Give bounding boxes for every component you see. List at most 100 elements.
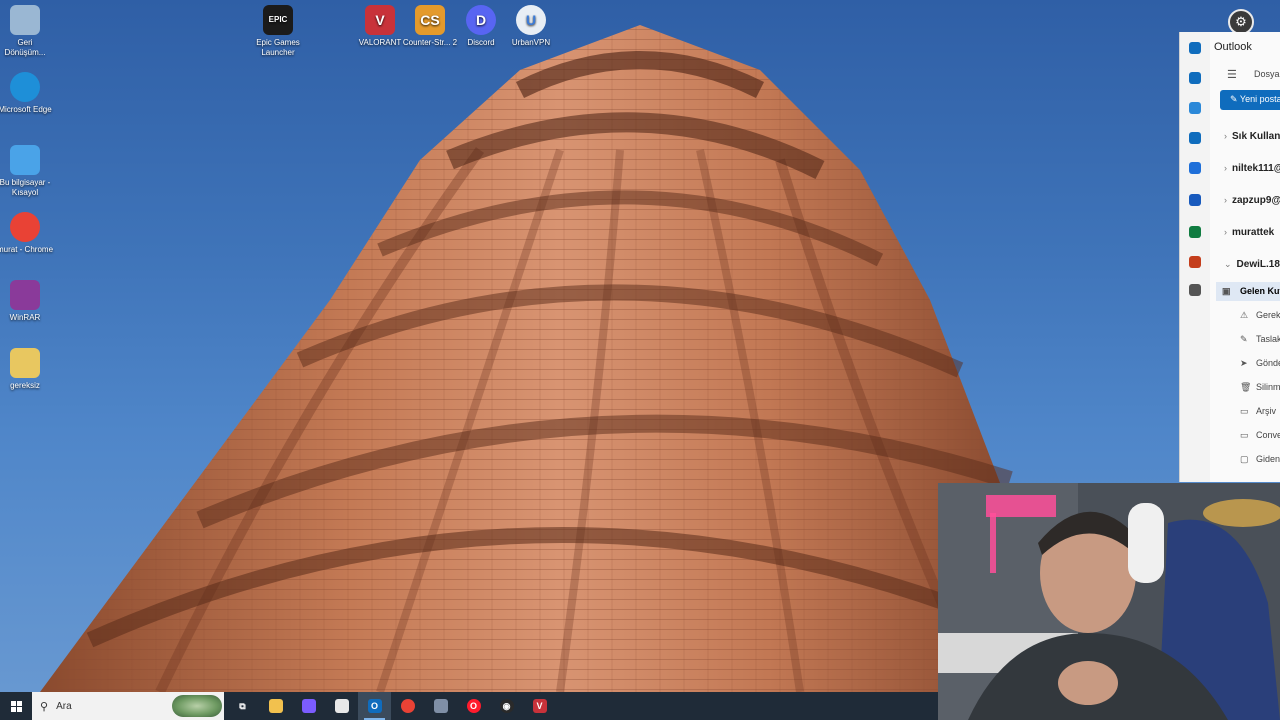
valorant-icon: V	[532, 699, 547, 713]
new-mail-button[interactable]: ✎ Yeni posta	[1220, 90, 1280, 110]
tab-file[interactable]: Dosya	[1254, 69, 1280, 79]
recycle-bin-icon	[10, 5, 40, 35]
windows-icon	[10, 700, 22, 712]
desktop-shortcut[interactable]: Microsoft Edge	[0, 72, 53, 115]
search-placeholder: Ara	[56, 700, 72, 712]
desktop-shortcut[interactable]: U UrbanVPN	[503, 5, 559, 48]
desktop-shortcut-label: Microsoft Edge	[0, 105, 52, 114]
account-label: DewiL.18	[1236, 259, 1280, 270]
taskbar-app[interactable]	[424, 692, 457, 720]
inbox-icon: ▣	[1222, 286, 1231, 296]
menu-icon[interactable]: ☰	[1227, 68, 1237, 81]
chevron-right-icon: ›	[1224, 163, 1227, 173]
new-mail-label: Yeni posta	[1239, 94, 1280, 104]
folder-label: Giden Kutusu	[1256, 454, 1280, 464]
apps-icon[interactable]	[1189, 284, 1201, 296]
taskbar: ⚲ Ara ⧉ O O ◉ V	[0, 692, 938, 720]
junk-icon: ⚠	[1240, 310, 1249, 320]
taskbar-app[interactable]	[325, 692, 358, 720]
folder-item[interactable]: ➤ Gönderilmiş	[1240, 358, 1280, 369]
folder-item[interactable]: ▭ Conversation	[1240, 430, 1280, 441]
chrome-icon	[400, 699, 415, 713]
calendar-icon[interactable]	[1189, 102, 1201, 114]
calculator-icon	[433, 699, 448, 713]
folder-item[interactable]: ▭ Arşiv	[1240, 406, 1276, 417]
account-node[interactable]: › niltek111@	[1224, 163, 1280, 174]
file-explorer-icon	[268, 699, 283, 713]
start-button[interactable]	[0, 692, 32, 720]
account-label: murattek	[1232, 227, 1275, 238]
chevron-right-icon: ›	[1224, 227, 1227, 237]
desktop-shortcut-label: VALORANT	[358, 38, 402, 47]
desktop-shortcut[interactable]: gereksiz	[0, 348, 53, 391]
chrome-icon	[10, 212, 40, 242]
folder-item[interactable]: ⚠ Gereksiz	[1240, 310, 1280, 321]
taskbar-app[interactable]	[259, 692, 292, 720]
folder-item[interactable]: ▢ Giden Kutusu	[1240, 454, 1280, 465]
desktop-shortcut[interactable]: EPIC Epic Games Launcher	[250, 5, 306, 58]
folder-label: Arşiv	[1256, 406, 1276, 416]
people-icon[interactable]	[1189, 132, 1201, 144]
taskbar-app[interactable]	[292, 692, 325, 720]
folder-label: Taslaklar	[1256, 334, 1280, 344]
taskbar-app[interactable]: ⧉	[226, 692, 259, 720]
folder-label: Silinmiş	[1256, 382, 1280, 392]
desktop-shortcut[interactable]: D Discord	[453, 5, 509, 48]
todo-icon[interactable]	[1189, 162, 1201, 174]
powerpoint-icon[interactable]	[1189, 256, 1201, 268]
desktop-shortcut-label: UrbanVPN	[511, 38, 551, 47]
desktop-shortcut-label: Counter-Str... 2	[402, 38, 458, 47]
outlook-icon: O	[367, 699, 382, 713]
chevron-right-icon: ›	[1224, 131, 1227, 141]
outlook-pane: Outlook ☰ Dosya ✎ Yeni posta › Sık Kullan…	[1210, 32, 1280, 482]
search-icon: ⚲	[40, 700, 49, 713]
desktop-shortcut[interactable]: Geri Dönüşüm...	[0, 5, 53, 58]
folder-label: Gelen Kutusu	[1240, 286, 1280, 296]
desktop-shortcut[interactable]: CS Counter-Str... 2	[402, 5, 458, 48]
outlook-title: Outlook	[1214, 41, 1252, 53]
folder-item[interactable]: ▣ Gelen Kutusu	[1216, 282, 1280, 301]
excel-icon[interactable]	[1189, 226, 1201, 238]
desktop-shortcut-label: gereksiz	[10, 381, 40, 390]
taskbar-app[interactable]: O	[457, 692, 490, 720]
mail-icon[interactable]	[1189, 72, 1201, 84]
opera-icon: O	[466, 699, 481, 713]
desktop-shortcut[interactable]: WinRAR	[0, 280, 53, 323]
desktop-shortcut[interactable]: Bu bilgisayar - Kısayol	[0, 145, 53, 198]
taskbar-app[interactable]: O	[358, 692, 391, 720]
desktop-shortcut[interactable]: V VALORANT	[352, 5, 408, 48]
desktop-shortcut[interactable]: murat - Chrome	[0, 212, 53, 255]
desktop-shortcut-label: Discord	[467, 38, 495, 47]
taskbar-app[interactable]: ◉	[490, 692, 523, 720]
webcam-overlay	[938, 483, 1280, 720]
outlook-app-rail	[1180, 32, 1210, 482]
obs-icon: ◉	[499, 699, 514, 713]
store-icon	[334, 699, 349, 713]
outbox-icon: ▢	[1240, 454, 1249, 464]
account-node[interactable]: › Sık Kullanılanlar	[1224, 131, 1280, 142]
valorant-icon: V	[365, 5, 395, 35]
taskbar-search[interactable]: ⚲ Ara	[32, 692, 224, 720]
folder-label: Gönderilmiş	[1256, 358, 1280, 368]
archive-icon: ▭	[1240, 406, 1249, 416]
taskbar-app[interactable]	[391, 692, 424, 720]
account-label: niltek111@	[1232, 163, 1280, 174]
folder-item[interactable]: 🗑 Silinmiş	[1240, 382, 1280, 393]
word-icon[interactable]	[1189, 194, 1201, 206]
account-node[interactable]: ⌄ DewiL.18	[1224, 259, 1280, 270]
folder-label: Conversation	[1256, 430, 1280, 440]
desktop-shortcut-label: Geri Dönüşüm...	[4, 38, 46, 57]
sent-icon: ➤	[1240, 358, 1248, 368]
outlook-window[interactable]: Outlook ☰ Dosya ✎ Yeni posta › Sık Kullan…	[1179, 32, 1280, 482]
mail-app-icon[interactable]	[1189, 42, 1201, 54]
edge-icon	[10, 72, 40, 102]
taskbar-app[interactable]: V	[523, 692, 556, 720]
account-label: zapzup9@	[1232, 195, 1280, 206]
account-node[interactable]: › murattek	[1224, 227, 1274, 238]
account-node[interactable]: › zapzup9@	[1224, 195, 1280, 206]
copilot-icon	[301, 699, 316, 713]
folder-label: Gereksiz	[1256, 310, 1280, 320]
desktop-shortcut-label: murat - Chrome	[0, 245, 54, 254]
folder-item[interactable]: ✎ Taslaklar	[1240, 334, 1280, 345]
chevron-down-icon: ⌄	[1224, 259, 1232, 269]
